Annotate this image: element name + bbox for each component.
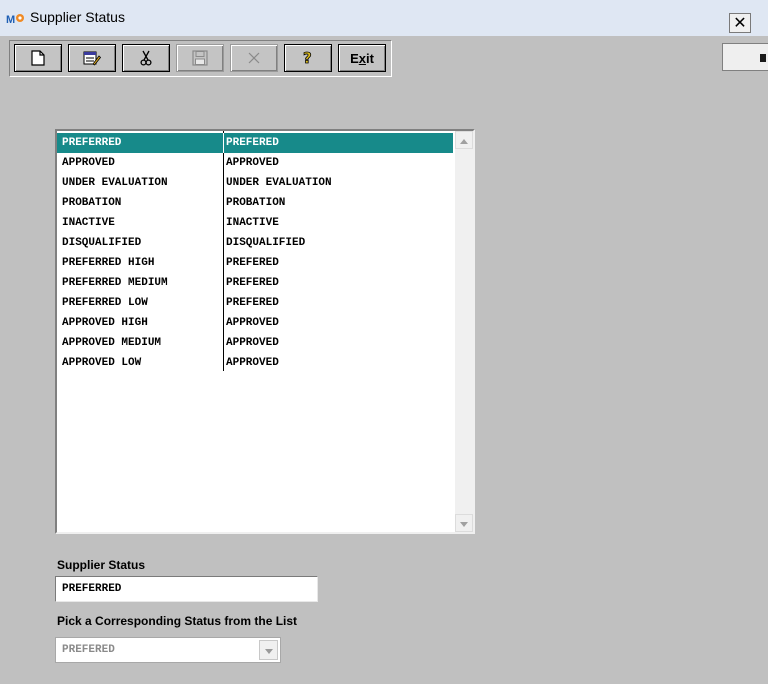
scissors-icon — [140, 50, 152, 66]
vertical-scrollbar[interactable] — [455, 131, 473, 532]
scroll-up-arrow-icon — [460, 131, 468, 149]
list-cell-corresponding: PREFERED — [223, 133, 279, 153]
scroll-down-button[interactable] — [455, 514, 473, 532]
list-cell-status: APPROVED HIGH — [62, 317, 148, 329]
list-cell-status: INACTIVE — [62, 217, 115, 229]
pin-icon — [760, 54, 766, 62]
corresponding-status-label: Pick a Corresponding Status from the Lis… — [57, 614, 298, 628]
corresponding-status-dropdown[interactable]: PREFERED — [55, 637, 281, 663]
list-cell-status: PROBATION — [62, 197, 122, 209]
window-title: Supplier Status — [30, 9, 125, 25]
edit-button[interactable] — [68, 44, 116, 72]
list-cell-status: PREFERRED HIGH — [62, 257, 155, 269]
scroll-up-button[interactable] — [455, 131, 473, 149]
list-cell-status: APPROVED MEDIUM — [62, 337, 162, 349]
list-cell-status: DISQUALIFIED — [62, 237, 142, 249]
dropdown-button[interactable] — [259, 640, 278, 660]
toolbar: ? Exit — [9, 40, 392, 77]
svg-text:?: ? — [303, 49, 312, 67]
supplier-status-input[interactable]: PREFERRED — [55, 576, 318, 602]
edit-icon — [83, 50, 101, 66]
supplier-status-window: M Supplier Status ✕ ? Exit PREFERRED PRE… — [0, 0, 768, 686]
list-cell-status: APPROVED LOW — [62, 357, 142, 369]
chevron-down-icon — [264, 641, 273, 659]
list-row[interactable]: PREFERRED MEDIUM PREFERED — [57, 273, 453, 293]
new-document-button[interactable] — [14, 44, 62, 72]
list-row[interactable]: APPROVED LOW APPROVED — [57, 353, 453, 373]
list-cell-status: UNDER EVALUATION — [62, 177, 168, 189]
exit-label: Exit — [350, 50, 374, 66]
list-row[interactable]: APPROVED HIGH APPROVED — [57, 313, 453, 333]
side-panel-button[interactable] — [722, 43, 768, 71]
list-row[interactable]: UNDER EVALUATION UNDER EVALUATION — [57, 173, 453, 193]
delete-button[interactable] — [230, 44, 278, 72]
list-cell-status: PREFERRED — [62, 137, 122, 149]
close-icon: ✕ — [733, 13, 747, 32]
close-button[interactable]: ✕ — [729, 13, 751, 33]
help-button[interactable]: ? — [284, 44, 332, 72]
new-document-icon — [31, 50, 45, 66]
list-row[interactable]: PREFERRED LOW PREFERED — [57, 293, 453, 313]
title-bar: M Supplier Status ✕ — [0, 0, 768, 36]
list-cell-corresponding: DISQUALIFIED — [226, 237, 306, 249]
cut-button[interactable] — [122, 44, 170, 72]
scroll-down-arrow-icon — [460, 514, 468, 532]
list-row[interactable]: PREFERRED PREFERED — [57, 133, 453, 153]
list-cell-corresponding: APPROVED — [226, 317, 279, 329]
list-row[interactable]: PROBATION PROBATION — [57, 193, 453, 213]
list-row[interactable]: INACTIVE INACTIVE — [57, 213, 453, 233]
list-row[interactable]: APPROVED MEDIUM APPROVED — [57, 333, 453, 353]
list-row[interactable]: DISQUALIFIED DISQUALIFIED — [57, 233, 453, 253]
corresponding-status-value: PREFERED — [62, 644, 115, 656]
list-cell-corresponding: APPROVED — [226, 157, 279, 169]
app-logo-icon: M — [6, 10, 26, 26]
list-cell-corresponding: APPROVED — [226, 357, 279, 369]
list-cell-status: APPROVED — [62, 157, 115, 169]
question-mark-icon: ? — [302, 49, 314, 67]
list-cell-corresponding: UNDER EVALUATION — [226, 177, 332, 189]
list-cell-status: PREFERRED LOW — [62, 297, 148, 309]
save-button[interactable] — [176, 44, 224, 72]
x-icon — [247, 51, 261, 65]
list-cell-status: PREFERRED MEDIUM — [62, 277, 168, 289]
svg-text:M: M — [6, 14, 15, 26]
list-row[interactable]: APPROVED APPROVED — [57, 153, 453, 173]
list-cell-corresponding: PREFERED — [226, 257, 279, 269]
list-cell-corresponding: PREFERED — [226, 277, 279, 289]
status-listbox[interactable]: PREFERRED PREFERED APPROVED APPROVED UNDER E… — [55, 129, 475, 534]
floppy-disk-icon — [192, 50, 208, 66]
exit-button[interactable]: Exit — [338, 44, 386, 72]
list-cell-corresponding: APPROVED — [226, 337, 279, 349]
list-cell-corresponding: INACTIVE — [226, 217, 279, 229]
list-row[interactable]: PREFERRED HIGH PREFERED — [57, 253, 453, 273]
list-cell-corresponding: PROBATION — [226, 197, 286, 209]
list-cell-corresponding: PREFERED — [226, 297, 279, 309]
supplier-status-label: Supplier Status — [57, 558, 146, 572]
